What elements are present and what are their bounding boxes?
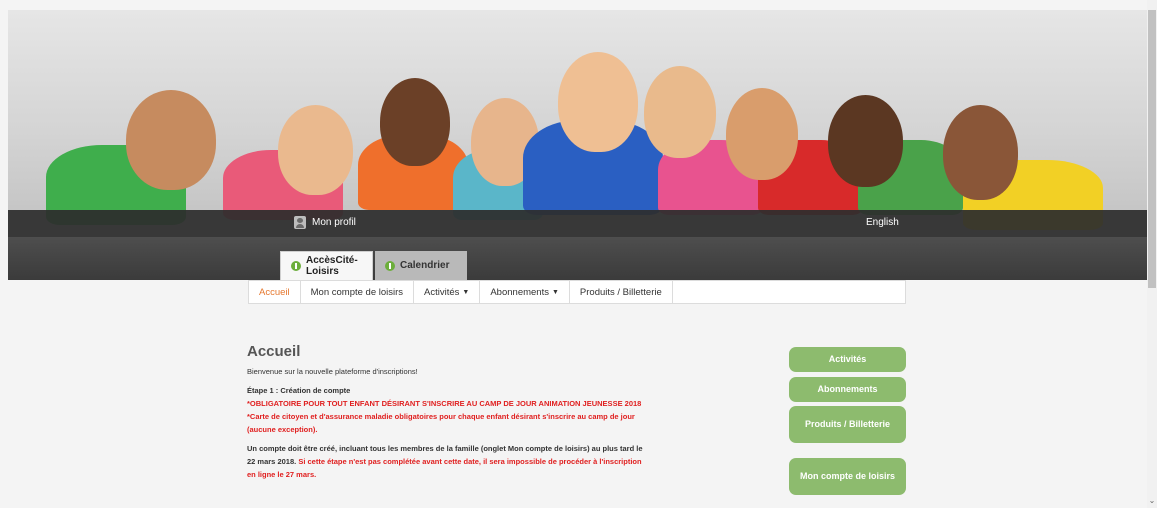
nav-label: Abonnements — [490, 286, 549, 298]
banner-shape — [380, 78, 450, 166]
nav-label: Activités — [424, 286, 460, 298]
scroll-down-arrow-icon[interactable]: ⌄ — [1148, 496, 1156, 506]
nav-activites[interactable]: Activités ▼ — [414, 281, 481, 303]
banner-shape — [278, 105, 353, 195]
abonnements-button[interactable]: Abonnements — [789, 377, 906, 402]
tab-label: AccèsCité-Loisirs — [306, 255, 358, 277]
banner-shape — [558, 52, 638, 152]
step1-block: Étape 1 : Création de compte *OBLIGATOIR… — [247, 384, 647, 436]
language-link[interactable]: English — [866, 217, 899, 228]
profile-link[interactable]: Mon profil — [294, 216, 356, 229]
header-banner-image: Mon profil English AccèsCité-Loisirs Cal… — [8, 10, 1147, 280]
mon-compte-de-loisirs-button[interactable]: Mon compte de loisirs — [789, 458, 906, 495]
user-icon — [294, 216, 306, 229]
page: Mon profil English AccèsCité-Loisirs Cal… — [0, 0, 1147, 508]
sub-navigation: Accueil Mon compte de loisirs Activités ▼… — [248, 280, 906, 304]
tab-bar: AccèsCité-Loisirs Calendrier — [8, 237, 1147, 280]
nav-produits-billetterie[interactable]: Produits / Billetterie — [570, 281, 673, 303]
nav-abonnements[interactable]: Abonnements ▼ — [480, 281, 570, 303]
tab-calendrier[interactable]: Calendrier — [375, 251, 467, 280]
user-bar: Mon profil English — [8, 210, 1147, 237]
caret-down-icon: ▼ — [462, 288, 470, 296]
welcome-text: Bienvenue sur la nouvelle plateforme d'i… — [247, 367, 418, 376]
scrollbar-thumb[interactable] — [1148, 10, 1156, 288]
step1-title: Étape 1 : Création de compte — [247, 386, 351, 395]
nav-accueil[interactable]: Accueil — [249, 281, 301, 303]
banner-shape — [726, 88, 798, 180]
nav-label: Mon compte de loisirs — [310, 286, 404, 298]
banner-shape — [126, 90, 216, 190]
vertical-scrollbar[interactable]: ⌄ — [1147, 0, 1157, 508]
banner-shape — [644, 66, 716, 158]
nav-label: Accueil — [259, 286, 290, 298]
tab-label: Calendrier — [400, 260, 450, 271]
account-warning: Si cette étape n'est pas complétée avant… — [247, 457, 642, 479]
account-paragraph: Un compte doit être créé, incluant tous … — [247, 442, 647, 481]
info-icon — [385, 260, 395, 271]
main-content: Accueil Bienvenue sur la nouvelle platef… — [247, 343, 647, 487]
step1-card-note: *Carte de citoyen et d'assurance maladie… — [247, 412, 635, 434]
produits-billetterie-button[interactable]: Produits / Billetterie — [789, 406, 906, 443]
info-icon — [291, 261, 301, 271]
caret-down-icon: ▼ — [551, 288, 559, 296]
activites-button[interactable]: Activités — [789, 347, 906, 372]
tab-accescite-loisirs[interactable]: AccèsCité-Loisirs — [280, 251, 373, 280]
nav-mon-compte-de-loisirs[interactable]: Mon compte de loisirs — [301, 281, 415, 303]
profile-label: Mon profil — [312, 217, 356, 228]
step1-mandatory-note: *OBLIGATOIRE POUR TOUT ENFANT DÉSIRANT S… — [247, 399, 642, 408]
page-title: Accueil — [247, 343, 301, 360]
banner-shape — [828, 95, 903, 187]
nav-label: Produits / Billetterie — [579, 286, 662, 298]
banner-shape — [943, 105, 1018, 200]
